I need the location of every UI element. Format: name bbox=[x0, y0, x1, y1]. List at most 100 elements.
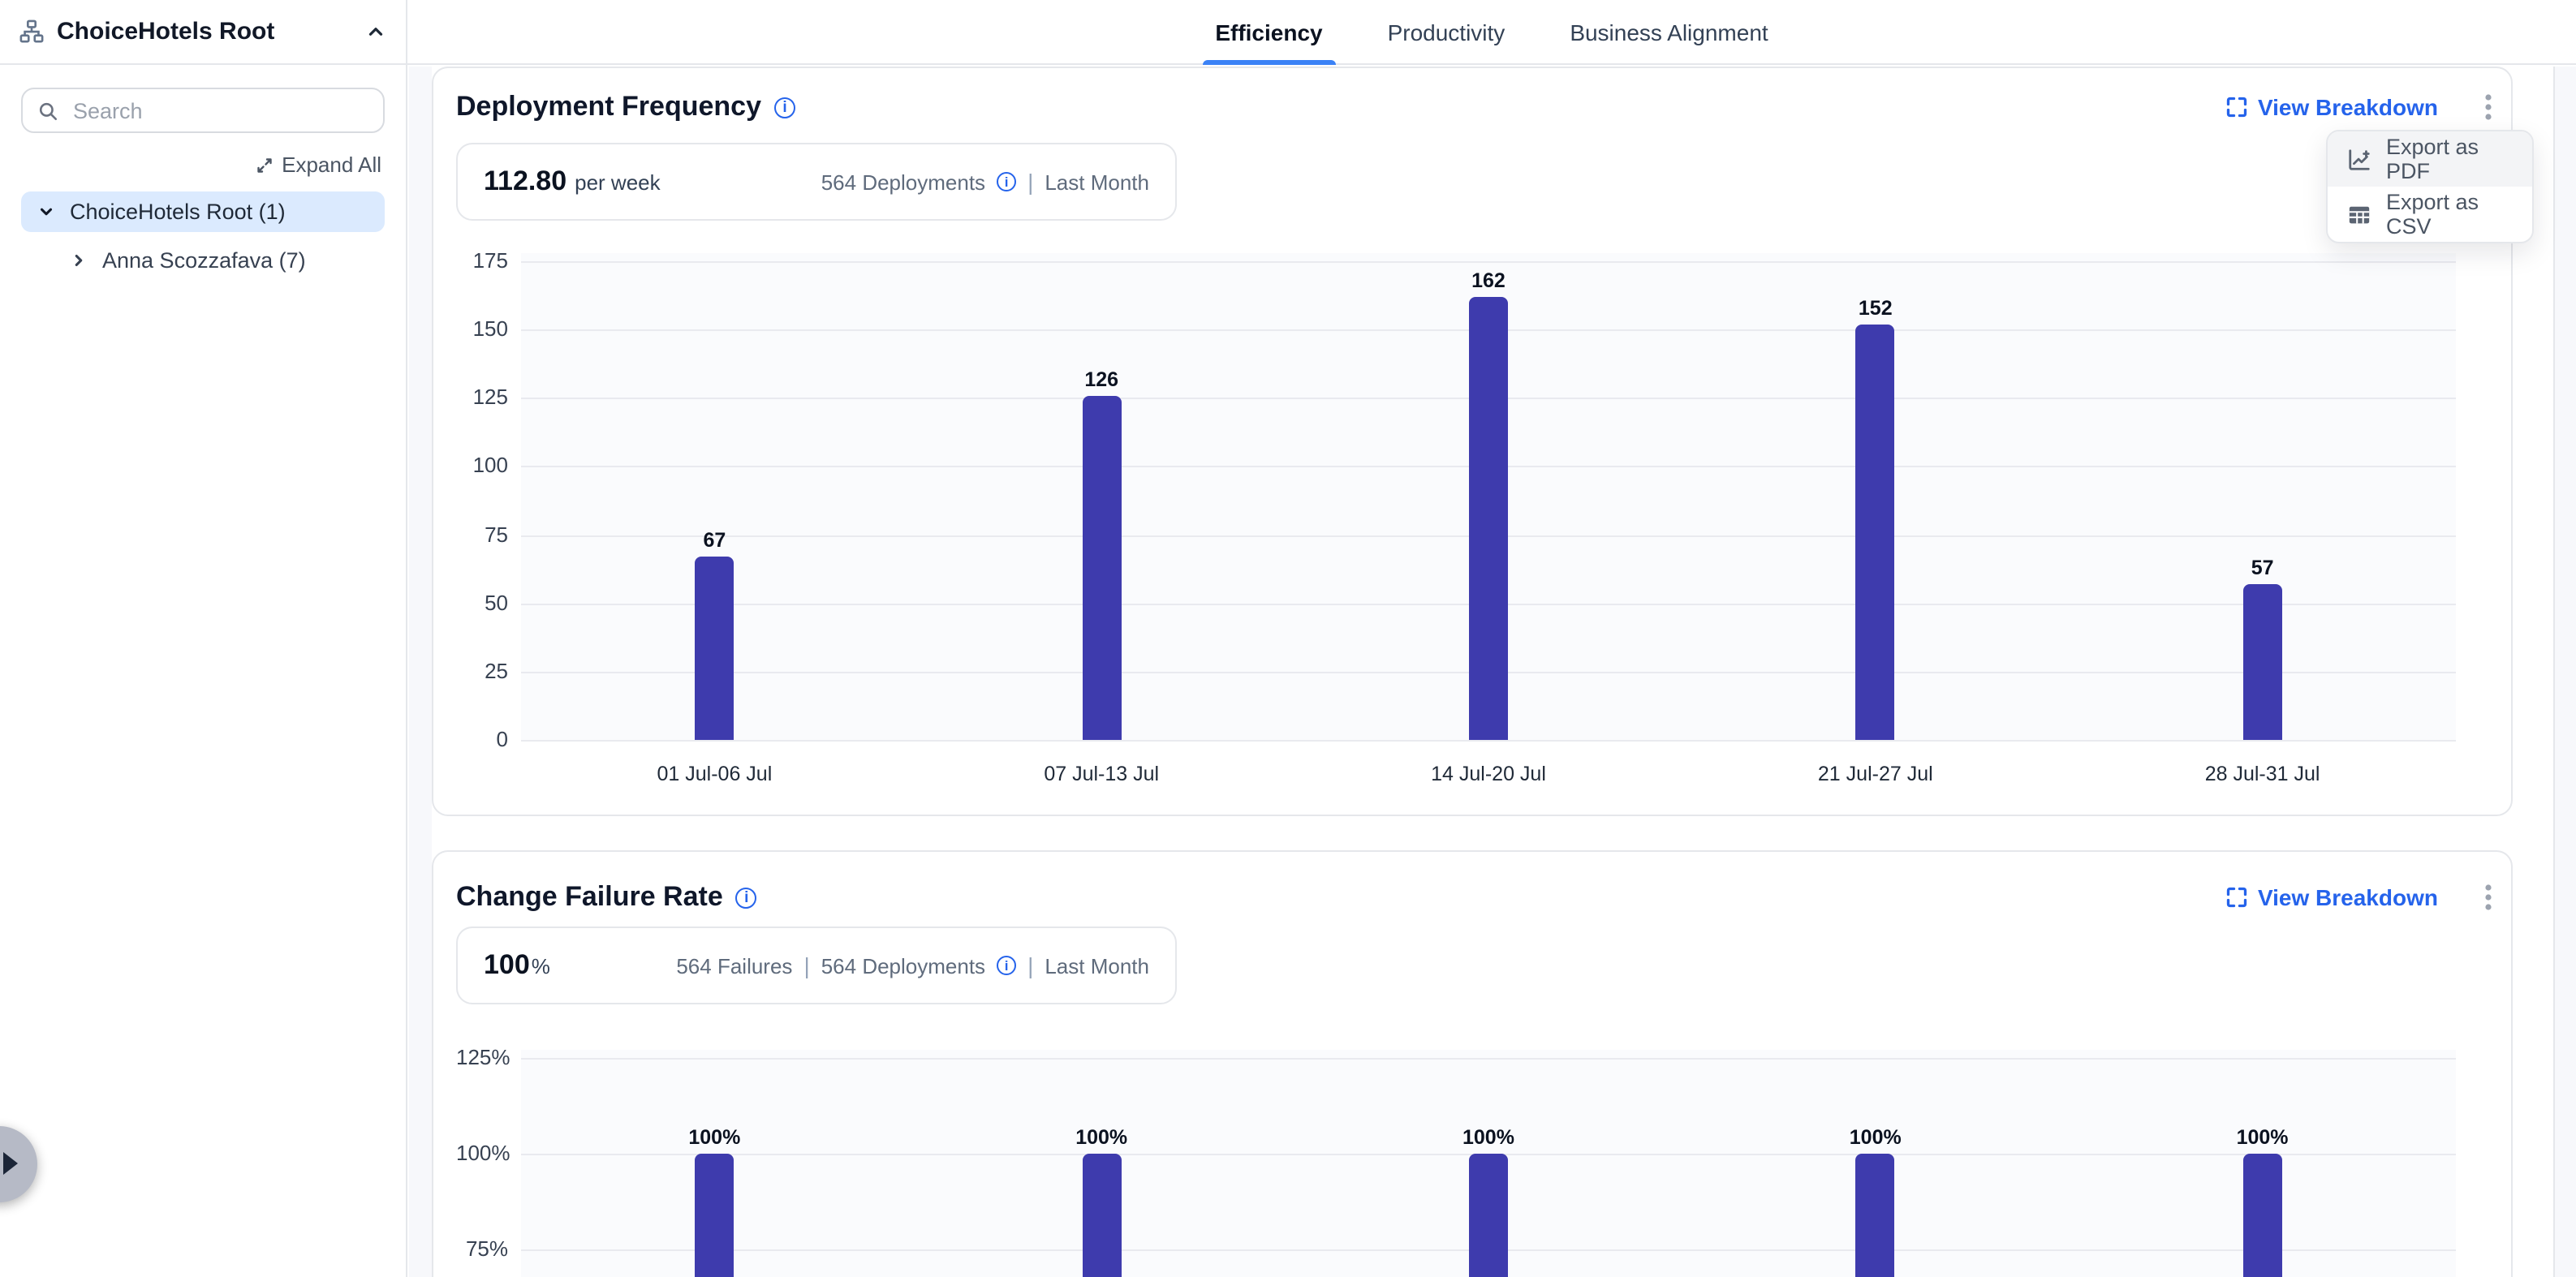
bar[interactable] bbox=[2243, 584, 2282, 740]
topbar: Efficiency Productivity Business Alignme… bbox=[407, 0, 2576, 65]
gridline bbox=[521, 261, 2456, 263]
expand-all-button[interactable]: Expand All bbox=[24, 153, 381, 177]
card-title: Change Failure Rate bbox=[456, 881, 723, 914]
bar[interactable] bbox=[1856, 1154, 1895, 1277]
bar-value-label: 126 bbox=[1053, 368, 1150, 390]
stat-meta-period: Last Month bbox=[1045, 953, 1149, 978]
bar-value-label: 100% bbox=[1440, 1126, 1537, 1149]
sidebar-search bbox=[21, 88, 385, 133]
tab-bar: Efficiency Productivity Business Alignme… bbox=[1202, 0, 1781, 63]
chart-plot-area: 6701 Jul-06 Jul12607 Jul-13 Jul16214 Jul… bbox=[521, 253, 2456, 740]
x-axis-label: 07 Jul-13 Jul bbox=[996, 763, 1207, 785]
sidebar-scrollbar-track[interactable] bbox=[409, 67, 432, 1277]
stat-meta: 564 Deployments | Last Month bbox=[821, 169, 1149, 195]
y-axis: 125%100%75% bbox=[456, 1050, 508, 1277]
tree-item-label: ChoiceHotels Root (1) bbox=[70, 200, 286, 224]
change-failure-rate-card: Change Failure Rate View Breakdown 100 %… bbox=[432, 850, 2513, 1277]
kebab-menu-button[interactable] bbox=[2474, 881, 2503, 914]
y-tick-label: 75% bbox=[456, 1236, 508, 1262]
stat-meta: 564 Failures | 564 Deployments | Last Mo… bbox=[676, 952, 1149, 978]
sidebar-collapse-chevron-up-icon[interactable] bbox=[365, 21, 386, 42]
bar[interactable] bbox=[2243, 1154, 2282, 1277]
stat-meta-period: Last Month bbox=[1045, 170, 1149, 194]
info-icon[interactable] bbox=[997, 172, 1016, 191]
tab-business-alignment[interactable]: Business Alignment bbox=[1557, 0, 1781, 63]
y-tick-label: 100% bbox=[456, 1141, 508, 1167]
change-failure-rate-chart: 125%100%75% 100%100%100%100%100% bbox=[456, 1050, 2488, 1277]
stat-value-group: 112.80 per week bbox=[484, 166, 661, 198]
bar[interactable] bbox=[1856, 325, 1895, 740]
gridline bbox=[521, 740, 2456, 742]
bar-value-label: 100% bbox=[1827, 1126, 1924, 1149]
tab-efficiency[interactable]: Efficiency bbox=[1202, 0, 1335, 63]
tab-productivity[interactable]: Productivity bbox=[1375, 0, 1518, 63]
sidebar-title: ChoiceHotels Root bbox=[57, 18, 352, 45]
gridline bbox=[521, 1058, 2456, 1060]
info-icon[interactable] bbox=[997, 956, 1016, 975]
stat-unit: % bbox=[532, 954, 550, 978]
chart-line-icon bbox=[2347, 147, 2371, 171]
sidebar: ChoiceHotels Root Expand All bbox=[0, 0, 407, 1277]
bar[interactable] bbox=[1082, 395, 1121, 740]
stat-box: 112.80 per week 564 Deployments | Last M… bbox=[456, 143, 1177, 221]
menu-item-export-pdf[interactable]: Export as PDF bbox=[2328, 131, 2532, 187]
bar-value-label: 67 bbox=[666, 529, 763, 552]
stat-value: 112.80 bbox=[484, 166, 566, 198]
bar[interactable] bbox=[1469, 1154, 1508, 1277]
card-header: Deployment Frequency View Breakdown bbox=[456, 88, 2503, 127]
y-tick-label: 25 bbox=[456, 659, 508, 685]
stat-box: 100 % 564 Failures | 564 Deployments | L… bbox=[456, 927, 1177, 1004]
y-tick-label: 125% bbox=[456, 1045, 508, 1071]
kebab-menu-button[interactable] bbox=[2474, 91, 2503, 123]
search-icon bbox=[37, 100, 58, 121]
tree-item-anna-scozzafava[interactable]: Anna Scozzafava (7) bbox=[21, 242, 385, 277]
stat-value-group: 100 % bbox=[484, 949, 550, 982]
view-breakdown-link[interactable]: View Breakdown bbox=[2225, 94, 2438, 120]
export-menu: Export as PDF Export as CSV bbox=[2326, 130, 2534, 243]
drawer-toggle-handle[interactable] bbox=[0, 1126, 37, 1202]
meta-separator: | bbox=[803, 952, 809, 978]
info-icon[interactable] bbox=[774, 97, 795, 118]
y-tick-label: 125 bbox=[456, 385, 508, 411]
stat-meta-part: 564 Deployments bbox=[821, 170, 985, 194]
chevron-right-icon[interactable] bbox=[70, 251, 88, 269]
bar-value-label: 57 bbox=[2214, 557, 2311, 579]
info-icon[interactable] bbox=[736, 887, 757, 908]
stat-value: 100 bbox=[484, 949, 530, 982]
y-tick-label: 150 bbox=[456, 316, 508, 342]
deployment-frequency-card: Deployment Frequency View Breakdown 112.… bbox=[432, 67, 2513, 816]
chart-plot-area: 100% 100% 100% 100% 100% bbox=[521, 1050, 2456, 1277]
play-triangle-icon bbox=[3, 1152, 18, 1175]
x-axis-label: 01 Jul-06 Jul bbox=[609, 763, 820, 785]
bar[interactable] bbox=[695, 557, 734, 740]
bar-value-label: 100% bbox=[2214, 1126, 2311, 1149]
bar-value-label: 100% bbox=[1053, 1126, 1150, 1149]
y-axis: 1751501251007550250 bbox=[456, 253, 508, 813]
bar[interactable] bbox=[695, 1154, 734, 1277]
menu-item-export-csv[interactable]: Export as CSV bbox=[2328, 187, 2532, 242]
expand-diagonal-arrows-icon bbox=[254, 155, 274, 174]
org-hierarchy-icon bbox=[19, 19, 44, 44]
view-breakdown-link[interactable]: View Breakdown bbox=[2225, 884, 2438, 910]
tree-item-choicehotels-root[interactable]: ChoiceHotels Root (1) bbox=[21, 191, 385, 232]
y-tick-label: 75 bbox=[456, 522, 508, 548]
deployment-frequency-chart: 1751501251007550250 6701 Jul-06 Jul12607… bbox=[456, 253, 2488, 813]
bar-value-label: 100% bbox=[666, 1126, 763, 1149]
table-icon bbox=[2347, 202, 2371, 226]
main-scrollbar-track[interactable] bbox=[2553, 67, 2576, 1277]
meta-separator: | bbox=[1027, 952, 1033, 978]
x-axis-label: 21 Jul-27 Jul bbox=[1770, 763, 1981, 785]
x-axis-label: 14 Jul-20 Jul bbox=[1383, 763, 1594, 785]
sidebar-header: ChoiceHotels Root bbox=[0, 0, 406, 65]
search-input[interactable] bbox=[70, 97, 368, 124]
card-header: Change Failure Rate View Breakdown bbox=[456, 878, 2503, 917]
y-tick-label: 100 bbox=[456, 454, 508, 479]
y-tick-label: 50 bbox=[456, 590, 508, 616]
card-title: Deployment Frequency bbox=[456, 91, 761, 123]
bar[interactable] bbox=[1469, 297, 1508, 740]
bar[interactable] bbox=[1082, 1154, 1121, 1277]
fullscreen-corners-icon bbox=[2225, 886, 2248, 909]
y-tick-label: 175 bbox=[456, 248, 508, 274]
chevron-down-icon[interactable] bbox=[37, 203, 55, 221]
stat-meta-part: 564 Deployments bbox=[821, 953, 985, 978]
